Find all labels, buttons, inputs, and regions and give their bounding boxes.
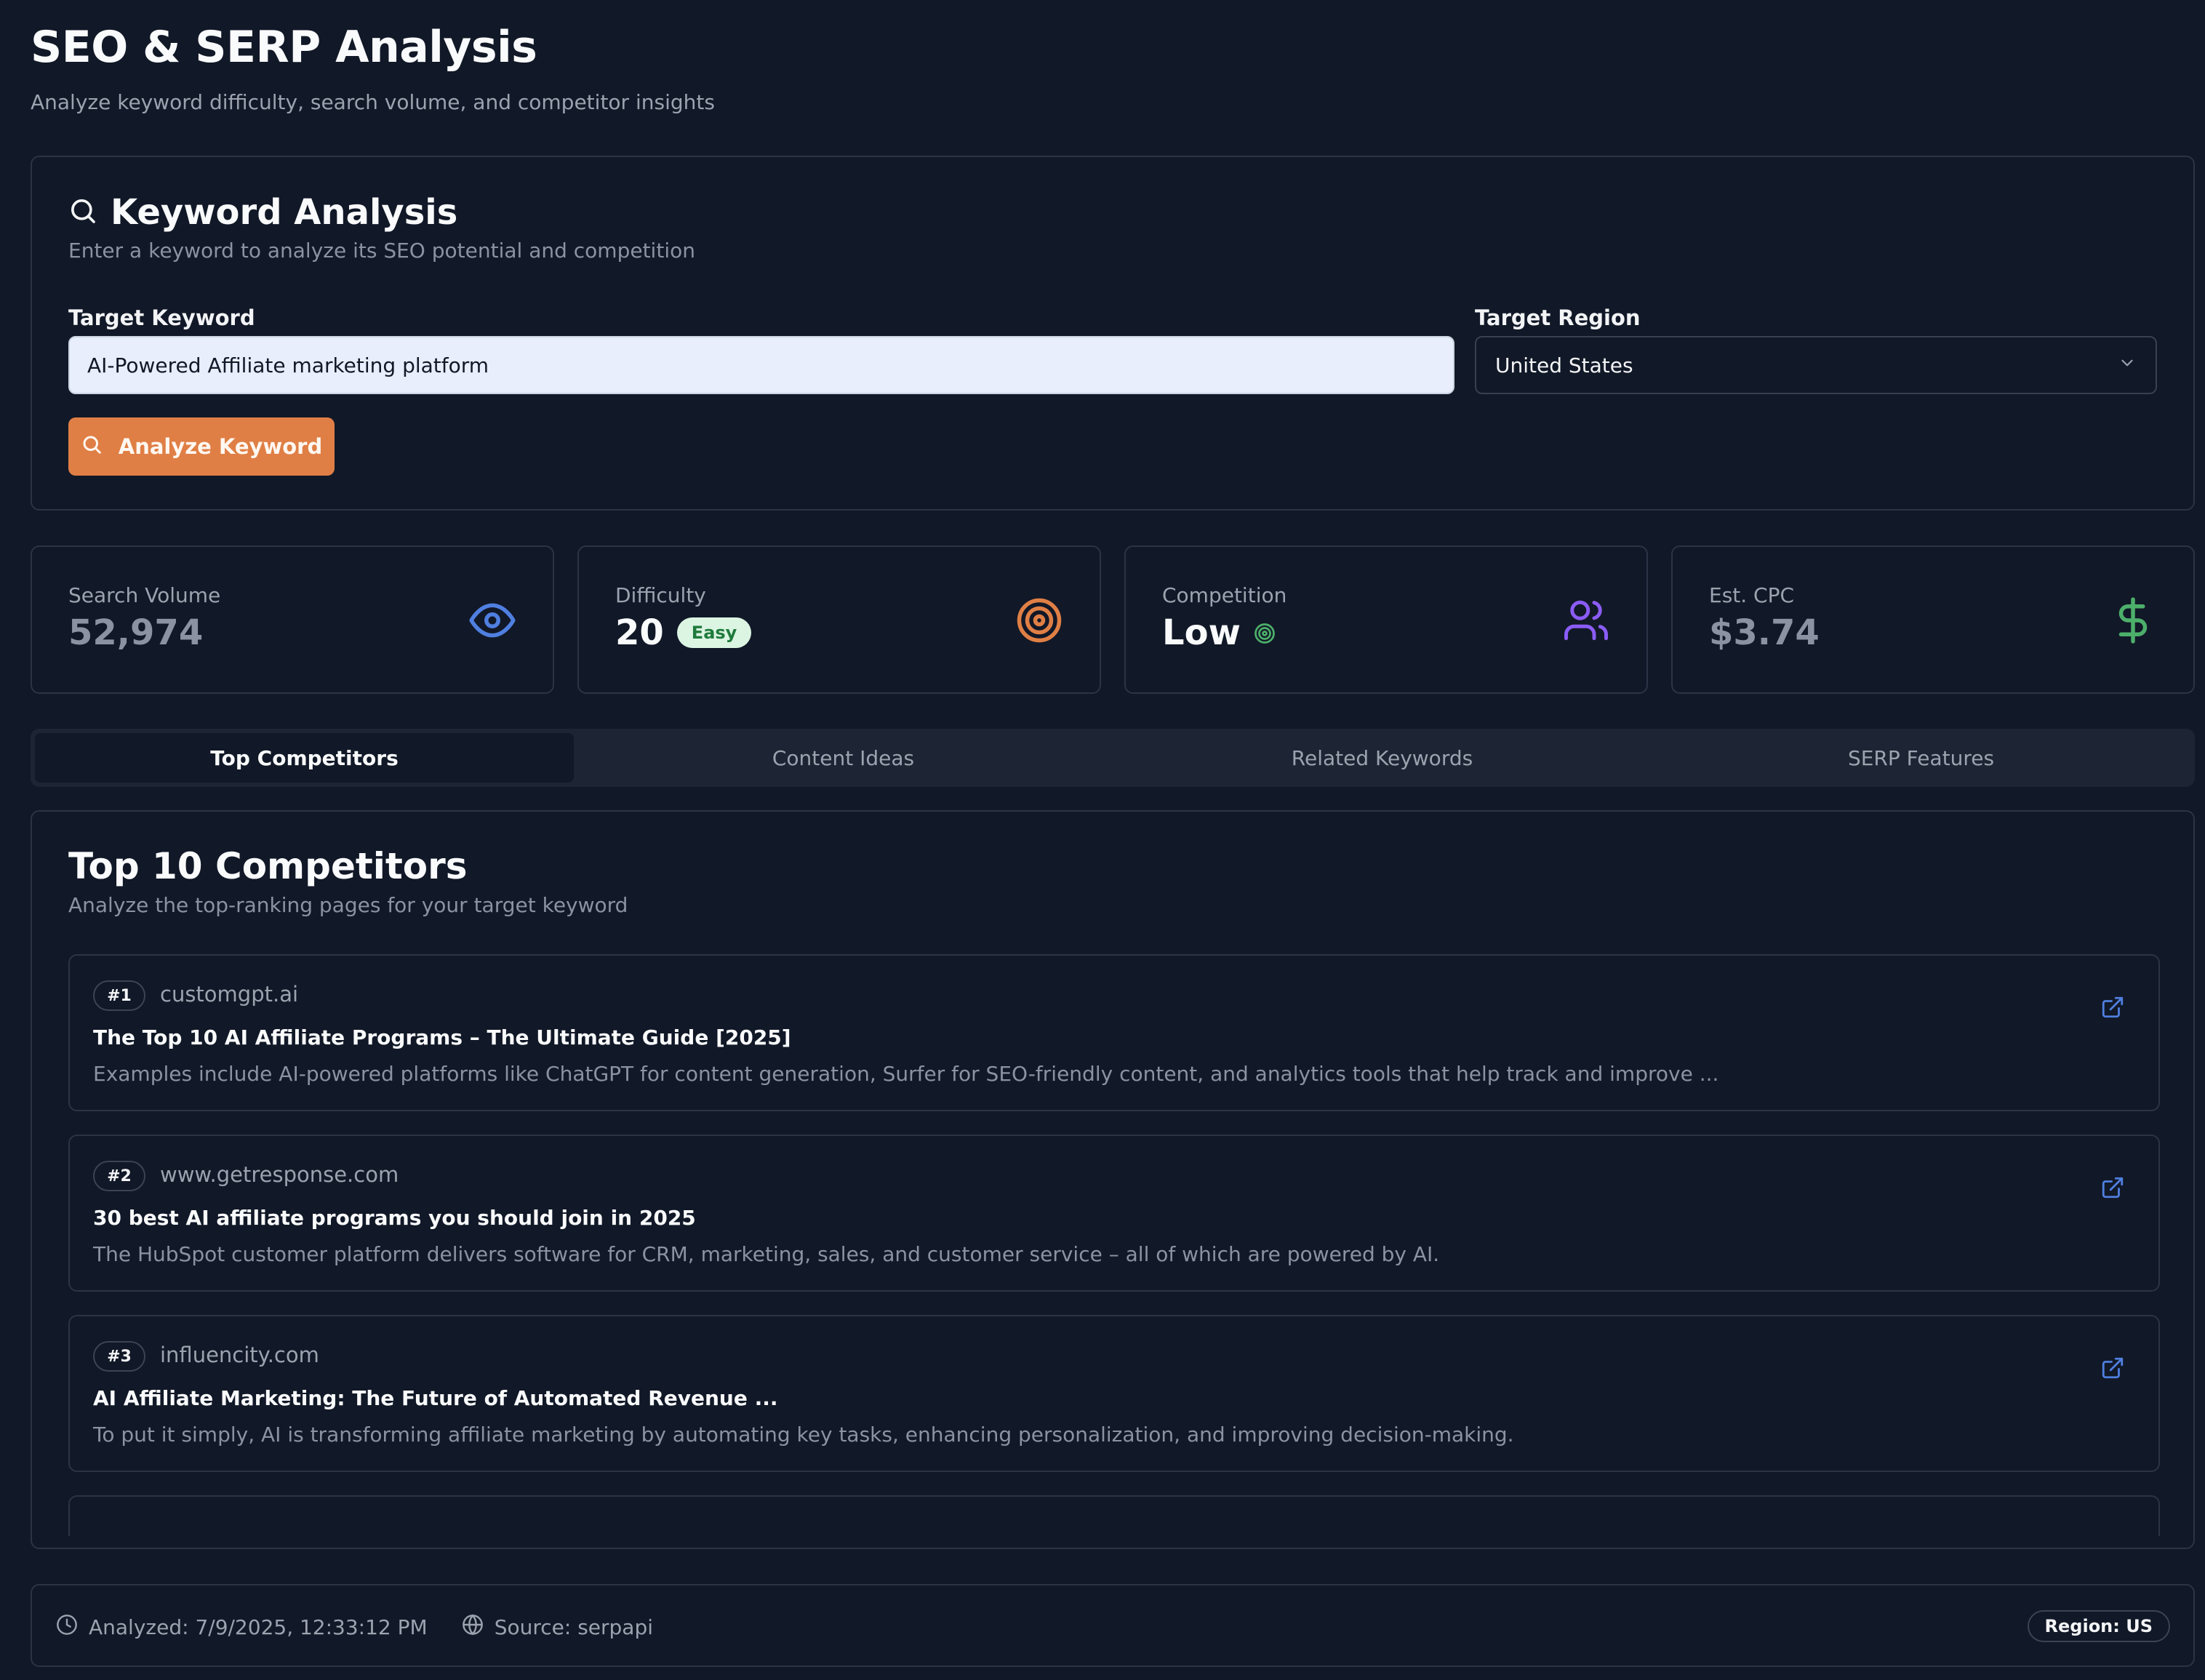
analysis-tabs: Top Competitors Content Ideas Related Ke… (31, 729, 2195, 787)
competitors-subtitle: Analyze the top-ranking pages for your t… (68, 893, 628, 917)
keyword-analysis-subtitle: Enter a keyword to analyze its SEO poten… (68, 239, 695, 263)
difficulty-value: 20 (615, 612, 664, 653)
competition-label: Competition (1162, 583, 1287, 607)
footer-meta: Analyzed: 7/9/2025, 12:33:12 PM Source: … (55, 1613, 653, 1641)
tab-serp-features[interactable]: SERP Features (1652, 733, 2190, 783)
search-icon (68, 196, 97, 228)
competitors-title: Top 10 Competitors (68, 845, 468, 887)
target-region-select[interactable]: United States (1475, 336, 2157, 394)
globe-icon (461, 1613, 484, 1641)
rank-badge: #2 (93, 1161, 145, 1191)
competitors-list[interactable]: #1 customgpt.ai The Top 10 AI Affiliate … (68, 954, 2160, 1536)
competitor-headline: 30 best AI affiliate programs you should… (93, 1206, 696, 1230)
difficulty-value-row: 20 Easy (615, 612, 752, 653)
competition-value: Low (1162, 612, 1241, 653)
seo-serp-page: SEO & SERP Analysis Analyze keyword diff… (0, 0, 2205, 1680)
cpc-value: $3.74 (1709, 612, 1820, 653)
competitor-domain: influencity.com (160, 1343, 319, 1367)
competitor-item: #1 customgpt.ai The Top 10 AI Affiliate … (68, 954, 2160, 1111)
competitor-headline: AI Affiliate Marketing: The Future of Au… (93, 1386, 778, 1410)
tab-related-keywords[interactable]: Related Keywords (1113, 733, 1652, 783)
easy-badge: Easy (676, 617, 752, 648)
competitor-item: #3 influencity.com AI Affiliate Marketin… (68, 1315, 2160, 1472)
analysis-footer: Analyzed: 7/9/2025, 12:33:12 PM Source: … (31, 1584, 2195, 1667)
users-icon (1562, 596, 1610, 644)
keyword-analysis-card: Keyword Analysis Enter a keyword to anal… (31, 156, 2195, 511)
target-keyword-input[interactable] (68, 336, 1454, 394)
keyword-analysis-title: Keyword Analysis (111, 192, 458, 233)
search-icon (81, 433, 103, 460)
external-link-icon[interactable] (2100, 995, 2125, 1020)
difficulty-label: Difficulty (615, 583, 706, 607)
competitor-item-partial (68, 1495, 2160, 1536)
difficulty-card: Difficulty 20 Easy (577, 545, 1101, 694)
page-subtitle: Analyze keyword difficulty, search volum… (31, 90, 715, 114)
target-region-value: United States (1495, 353, 1633, 377)
tab-top-competitors[interactable]: Top Competitors (35, 733, 574, 783)
keyword-analysis-header: Keyword Analysis (68, 192, 457, 233)
competitor-snippet: The HubSpot customer platform delivers s… (93, 1242, 1440, 1266)
cpc-card: Est. CPC $3.74 (1671, 545, 2195, 694)
search-volume-card: Search Volume 52,974 (31, 545, 554, 694)
target-icon (1015, 596, 1063, 644)
analyze-keyword-button[interactable]: Analyze Keyword (68, 417, 335, 476)
search-volume-value: 52,974 (68, 612, 204, 653)
competitor-headline: The Top 10 AI Affiliate Programs – The U… (93, 1025, 791, 1049)
competitors-card: Top 10 Competitors Analyze the top-ranki… (31, 810, 2195, 1549)
target-region-label: Target Region (1475, 305, 1641, 330)
external-link-icon[interactable] (2100, 1175, 2125, 1200)
competitor-domain: www.getresponse.com (160, 1162, 399, 1187)
competitor-item: #2 www.getresponse.com 30 best AI affili… (68, 1135, 2160, 1292)
rank-badge: #3 (93, 1341, 145, 1372)
analyze-keyword-label: Analyze Keyword (118, 434, 323, 459)
chevron-down-icon (2118, 353, 2137, 377)
external-link-icon[interactable] (2100, 1356, 2125, 1380)
tab-content-ideas[interactable]: Content Ideas (574, 733, 1113, 783)
eye-icon (468, 596, 516, 644)
competitor-snippet: To put it simply, AI is transforming aff… (93, 1423, 1514, 1447)
search-volume-label: Search Volume (68, 583, 221, 607)
competitor-snippet: Examples include AI-powered platforms li… (93, 1062, 1719, 1086)
target-keyword-label: Target Keyword (68, 305, 255, 330)
competition-value-row: Low (1162, 612, 1276, 653)
clock-icon (55, 1613, 79, 1641)
competitor-domain: customgpt.ai (160, 982, 299, 1007)
page-title: SEO & SERP Analysis (31, 22, 537, 73)
source-label: Source: serpapi (494, 1615, 654, 1639)
analyzed-timestamp: Analyzed: 7/9/2025, 12:33:12 PM (89, 1615, 428, 1639)
rank-badge: #1 (93, 980, 145, 1011)
dollar-icon (2109, 596, 2157, 644)
region-badge: Region: US (2027, 1610, 2170, 1642)
competition-card: Competition Low (1124, 545, 1648, 694)
target-small-icon (1254, 612, 1276, 653)
cpc-label: Est. CPC (1709, 583, 1795, 607)
